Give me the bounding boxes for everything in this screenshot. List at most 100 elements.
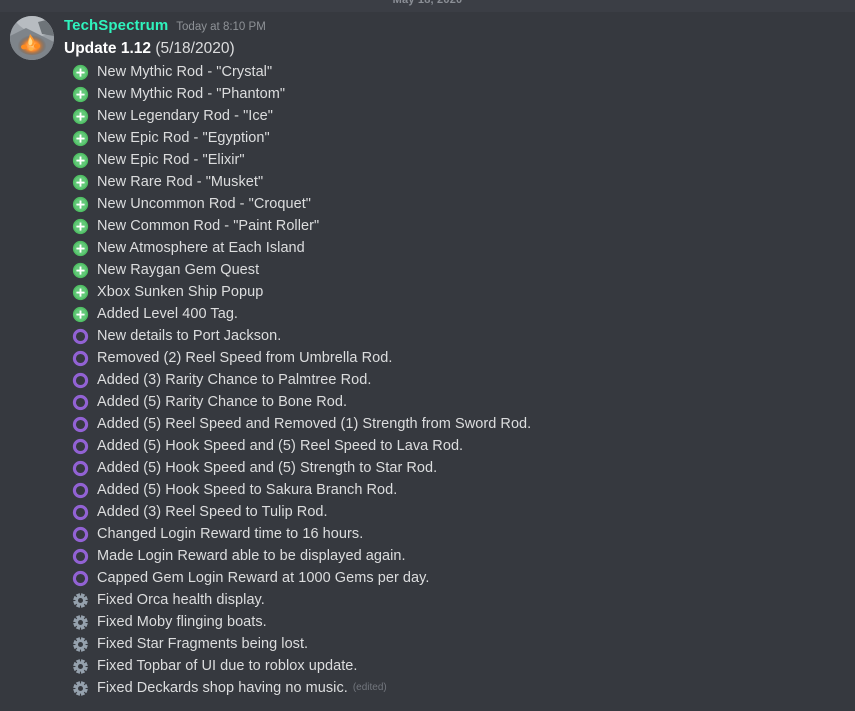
change-item-addition: Added Level 400 Tag. xyxy=(64,303,845,325)
change-item-change: Added (5) Hook Speed and (5) Reel Speed … xyxy=(64,435,845,457)
plus-circle-icon xyxy=(72,218,89,234)
message: TechSpectrum Today at 8:10 PM Update 1.1… xyxy=(0,12,855,699)
change-item-addition: New Atmosphere at Each Island xyxy=(64,237,845,259)
plus-circle-icon xyxy=(72,240,89,256)
change-item-addition: New Legendary Rod - "Ice" xyxy=(64,105,845,127)
ring-circle-icon xyxy=(72,570,89,586)
change-item-change: Capped Gem Login Reward at 1000 Gems per… xyxy=(64,567,845,589)
change-item-text: New details to Port Jackson. xyxy=(97,328,282,344)
plus-circle-icon xyxy=(72,284,89,301)
plus-circle-icon xyxy=(72,152,89,169)
change-item-change: New details to Port Jackson. xyxy=(64,325,845,347)
change-item-addition: New Common Rod - "Paint Roller" xyxy=(64,215,845,237)
ring-circle-icon xyxy=(72,504,89,521)
ring-circle-icon xyxy=(72,460,89,476)
campfire-avatar-icon xyxy=(10,16,54,60)
change-list: New Mythic Rod - "Crystal" New Mythic Rod… xyxy=(64,61,845,699)
ring-circle-icon xyxy=(72,372,89,389)
update-title-version: Update 1.12 xyxy=(64,40,152,57)
change-item-text: Added (5) Reel Speed and Removed (1) Str… xyxy=(97,416,532,432)
date-divider-label: May 18, 2020 xyxy=(392,0,463,6)
change-item-addition: New Raygan Gem Quest xyxy=(64,259,845,281)
change-item-text: Added (5) Hook Speed and (5) Reel Speed … xyxy=(97,438,464,454)
plus-circle-icon xyxy=(72,284,89,300)
change-item-change: Added (3) Rarity Chance to Palmtree Rod. xyxy=(64,369,845,391)
change-item-text: New Uncommon Rod - "Croquet" xyxy=(97,196,311,212)
gear-icon xyxy=(73,636,88,652)
ring-circle-icon xyxy=(72,526,89,543)
change-item-addition: New Rare Rod - "Musket" xyxy=(64,171,845,193)
change-item-text: Added (5) Hook Speed and (5) Strength to… xyxy=(97,460,438,476)
plus-circle-icon xyxy=(72,262,89,278)
plus-circle-icon xyxy=(72,196,89,213)
gear-icon xyxy=(73,658,88,674)
change-item-fix: Fixed Orca health display. xyxy=(64,589,845,611)
change-item-text: Added (5) Rarity Chance to Bone Rod. xyxy=(97,394,348,410)
message-timestamp: Today at 8:10 PM xyxy=(176,21,266,33)
change-item-text: Added Level 400 Tag. xyxy=(97,306,239,322)
plus-circle-icon xyxy=(72,108,89,124)
change-item-change: Added (5) Hook Speed and (5) Strength to… xyxy=(64,457,845,479)
plus-circle-icon xyxy=(72,130,89,147)
plus-circle-icon xyxy=(72,262,89,279)
ring-circle-icon xyxy=(72,416,89,433)
change-item-text: New Epic Rod - "Egyption" xyxy=(97,130,270,146)
plus-circle-icon xyxy=(72,218,89,235)
avatar[interactable] xyxy=(10,16,54,60)
change-item-text: New Common Rod - "Paint Roller" xyxy=(97,218,320,234)
change-item-text: Added (3) Rarity Chance to Palmtree Rod. xyxy=(97,372,372,388)
plus-circle-icon xyxy=(72,108,89,125)
change-item-addition: New Epic Rod - "Elixir" xyxy=(64,149,845,171)
change-item-text: Added (5) Hook Speed to Sakura Branch Ro… xyxy=(97,482,398,498)
ring-circle-icon xyxy=(72,394,89,410)
ring-circle-icon xyxy=(72,570,89,587)
ring-circle-icon xyxy=(72,504,89,520)
ring-circle-icon xyxy=(72,394,89,411)
ring-circle-icon xyxy=(72,548,89,565)
ring-circle-icon xyxy=(72,526,89,542)
change-item-addition: New Mythic Rod - "Phantom" xyxy=(64,83,845,105)
message-body: TechSpectrum Today at 8:10 PM Update 1.1… xyxy=(64,16,855,699)
change-item-change: Changed Login Reward time to 16 hours. xyxy=(64,523,845,545)
date-divider: May 18, 2020 xyxy=(0,0,855,12)
gear-icon xyxy=(72,680,89,697)
plus-circle-icon xyxy=(72,86,89,103)
change-item-text: Fixed Topbar of UI due to roblox update. xyxy=(97,658,358,674)
plus-circle-icon xyxy=(72,86,89,102)
ring-circle-icon xyxy=(72,328,89,345)
change-item-addition: Xbox Sunken Ship Popup xyxy=(64,281,845,303)
change-item-change: Added (5) Rarity Chance to Bone Rod. xyxy=(64,391,845,413)
gear-icon xyxy=(72,658,89,675)
change-item-fix: Fixed Moby flinging boats. xyxy=(64,611,845,633)
ring-circle-icon xyxy=(72,438,89,454)
change-item-text: Changed Login Reward time to 16 hours. xyxy=(97,526,364,542)
change-item-change: Added (5) Reel Speed and Removed (1) Str… xyxy=(64,413,845,435)
change-item-change: Made Login Reward able to be displayed a… xyxy=(64,545,845,567)
ring-circle-icon xyxy=(72,482,89,499)
change-item-fix: Fixed Star Fragments being lost. xyxy=(64,633,845,655)
gear-icon xyxy=(73,592,88,608)
plus-circle-icon xyxy=(72,306,89,322)
change-item-text: New Legendary Rod - "Ice" xyxy=(97,108,273,124)
update-title: Update 1.12 (5/18/2020) xyxy=(64,38,845,60)
ring-circle-icon xyxy=(72,328,89,344)
gear-icon xyxy=(73,680,88,696)
change-item-text: Xbox Sunken Ship Popup xyxy=(97,284,264,300)
ring-circle-icon xyxy=(72,460,89,477)
ring-circle-icon xyxy=(72,548,89,564)
change-item-change: Added (3) Reel Speed to Tulip Rod. xyxy=(64,501,845,523)
message-author[interactable]: TechSpectrum xyxy=(64,16,168,36)
change-item-fix: Fixed Topbar of UI due to roblox update. xyxy=(64,655,845,677)
ring-circle-icon xyxy=(72,416,89,432)
ring-circle-icon xyxy=(72,372,89,388)
update-title-date: (5/18/2020) xyxy=(155,40,235,57)
change-item-text: Fixed Deckards shop having no music. xyxy=(97,680,348,696)
plus-circle-icon xyxy=(72,64,89,80)
ring-circle-icon xyxy=(72,350,89,366)
edited-tag: (edited) xyxy=(352,682,387,693)
gear-icon xyxy=(72,592,89,609)
change-item-addition: New Epic Rod - "Egyption" xyxy=(64,127,845,149)
change-item-addition: New Mythic Rod - "Crystal" xyxy=(64,61,845,83)
change-item-text: Fixed Moby flinging boats. xyxy=(97,614,267,630)
change-item-text: Fixed Orca health display. xyxy=(97,592,265,608)
